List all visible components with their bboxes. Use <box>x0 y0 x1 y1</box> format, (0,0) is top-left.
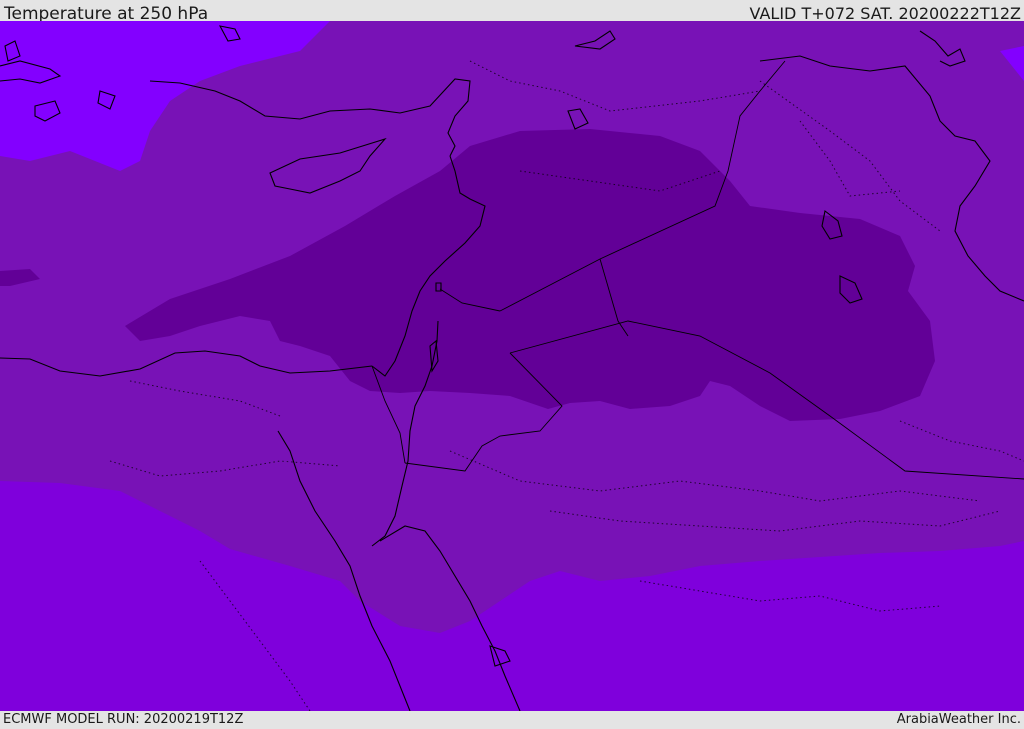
weather-map[interactable] <box>0 21 1024 711</box>
model-run-label: ECMWF MODEL RUN: 20200219T12Z <box>3 712 244 727</box>
bottom-bar: ECMWF MODEL RUN: 20200219T12Z ArabiaWeat… <box>0 711 1024 729</box>
top-bar: Temperature at 250 hPa VALID T+072 SAT. … <box>0 0 1024 24</box>
credit-label: ArabiaWeather Inc. <box>896 712 1021 727</box>
temperature-field <box>0 21 1024 711</box>
